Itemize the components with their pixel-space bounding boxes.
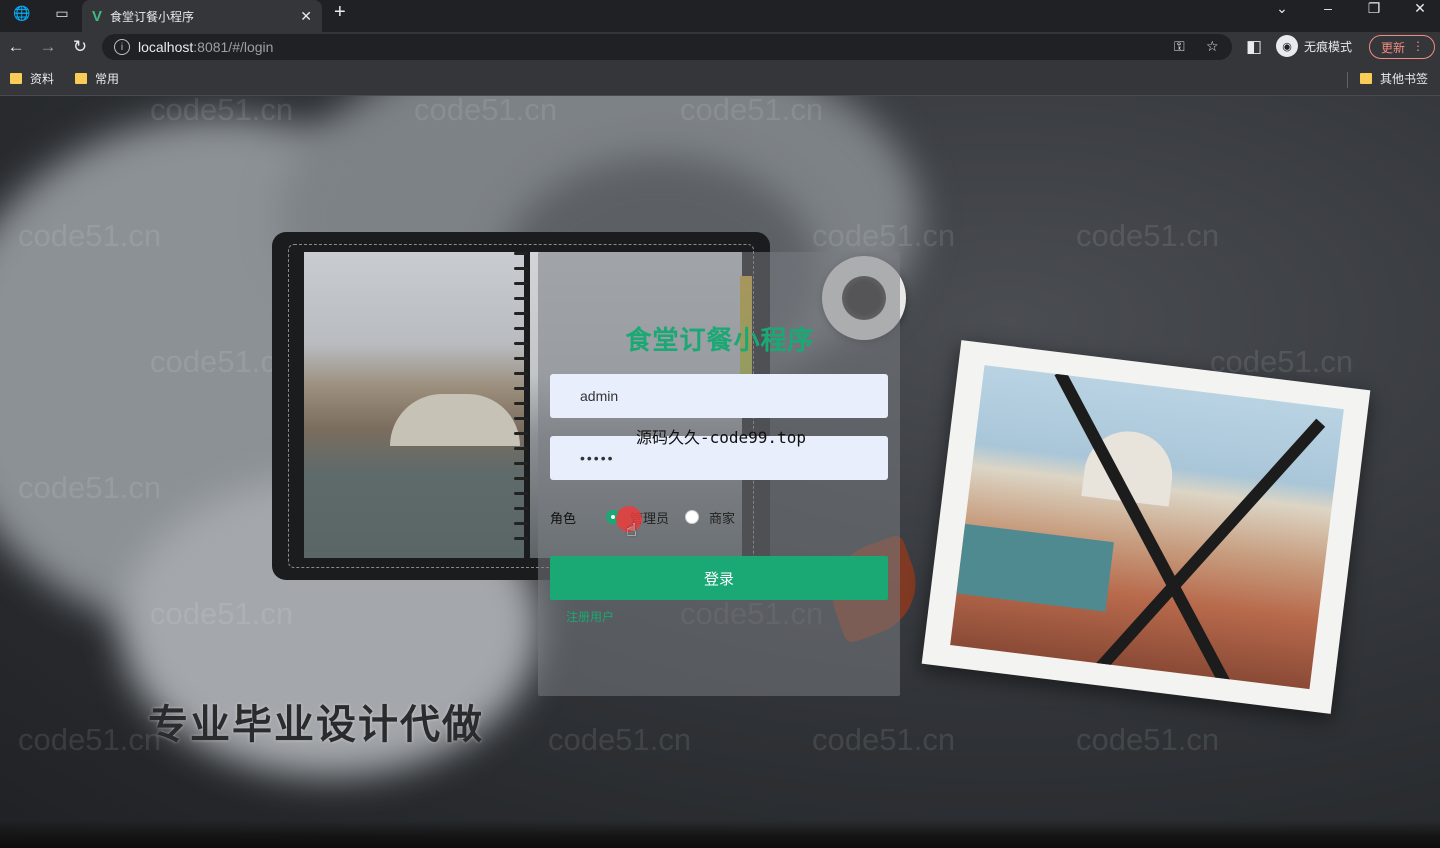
- watermark: code51.cn: [812, 218, 956, 253]
- watermark: code51.cn: [414, 92, 558, 127]
- polaroid-picture: [950, 365, 1344, 690]
- url-path: :8081/#/login: [193, 39, 274, 55]
- watermark: code51.cn: [150, 596, 294, 631]
- url-host: localhost: [138, 39, 194, 55]
- bookmark-folder-changyong[interactable]: 常用: [75, 70, 119, 87]
- promo-text: 专业毕业设计代做: [148, 703, 484, 747]
- bookmark-label: 常用: [95, 72, 120, 86]
- role-option-merchant-label[interactable]: 商家: [709, 508, 735, 527]
- other-bookmarks-label: 其他书签: [1380, 72, 1429, 86]
- menu-dots-icon[interactable]: ⋮: [1412, 39, 1424, 53]
- address-bar[interactable]: i localhost :8081/#/login ⚿ ☆: [102, 34, 1232, 60]
- bookmark-separator: [1347, 72, 1348, 88]
- incognito-icon: ◉: [1276, 35, 1298, 57]
- minimize-icon[interactable]: –: [1308, 0, 1348, 20]
- watermark: code51.cn: [18, 470, 162, 505]
- notebook-spiral: [514, 252, 528, 562]
- role-radio-merchant[interactable]: [685, 510, 699, 524]
- update-label: 更新: [1381, 40, 1406, 55]
- watermark: code51.cn: [680, 92, 824, 127]
- watermark: code51.cn: [18, 218, 162, 253]
- tab-list-icon[interactable]: ⌄: [1262, 0, 1302, 20]
- watermark: code51.cn: [548, 722, 692, 757]
- folder-icon: [1360, 73, 1372, 84]
- new-tab-button[interactable]: +: [334, 0, 346, 28]
- watermark: code51.cn: [812, 722, 956, 757]
- restore-icon[interactable]: ❐: [1354, 0, 1394, 20]
- tab-search-icon[interactable]: ▭: [48, 2, 76, 24]
- watermark: code51.cn: [18, 722, 162, 757]
- grass-silhouette: [0, 820, 1440, 848]
- login-button[interactable]: 登录: [550, 556, 888, 600]
- role-label: 角色: [550, 511, 577, 526]
- login-title: 食堂订餐小程序: [625, 325, 815, 355]
- venice-polaroid-photo: [921, 340, 1371, 714]
- watermark: code51.cn: [150, 92, 294, 127]
- hand-cursor-icon: ☝: [626, 520, 637, 540]
- watermark: code51.cn: [1076, 722, 1220, 757]
- register-link[interactable]: 注册用户: [566, 608, 614, 625]
- bookmark-label: 资料: [30, 72, 55, 86]
- site-info-icon[interactable]: i: [114, 39, 130, 55]
- browser-tab[interactable]: V 食堂订餐小程序 ✕: [82, 0, 322, 32]
- update-button[interactable]: 更新 ⋮: [1369, 35, 1435, 59]
- globe-icon[interactable]: 🌐: [8, 2, 36, 24]
- close-tab-icon[interactable]: ✕: [300, 8, 312, 25]
- vue-logo-icon: V: [92, 7, 103, 25]
- tab-bar: 🌐 ▭ V 食堂订餐小程序 ✕ + ⌄ – ❐ ✕: [0, 0, 1440, 32]
- side-panel-icon[interactable]: ◧: [1242, 36, 1266, 58]
- incognito-label: 无痕模式: [1304, 39, 1353, 54]
- watermark: code51.cn: [1076, 218, 1220, 253]
- incognito-indicator[interactable]: ◉ 无痕模式: [1276, 35, 1352, 57]
- username-input[interactable]: [550, 374, 888, 418]
- bookmark-star-icon[interactable]: ☆: [1206, 38, 1219, 55]
- tab-title: 食堂订餐小程序: [110, 9, 195, 24]
- folder-icon: [75, 73, 87, 84]
- back-icon[interactable]: ←: [4, 36, 28, 58]
- source-watermark-text: 源码久久-code99.top: [636, 428, 806, 447]
- forward-icon[interactable]: →: [36, 36, 60, 58]
- bookmark-folder-ziliao[interactable]: 资料: [10, 70, 54, 87]
- key-icon[interactable]: ⚿: [1174, 38, 1185, 55]
- other-bookmarks-folder[interactable]: 其他书签: [1360, 70, 1428, 87]
- canal-water-shape: [956, 523, 1114, 612]
- bookmarks-bar: 资料 常用 其他书签: [0, 62, 1440, 96]
- browser-toolbar: ← → ↻ i localhost :8081/#/login ⚿ ☆ ◧ ◉ …: [0, 32, 1440, 62]
- folder-icon: [10, 73, 22, 84]
- window-close-icon[interactable]: ✕: [1400, 0, 1440, 20]
- reload-icon[interactable]: ↻: [68, 36, 92, 58]
